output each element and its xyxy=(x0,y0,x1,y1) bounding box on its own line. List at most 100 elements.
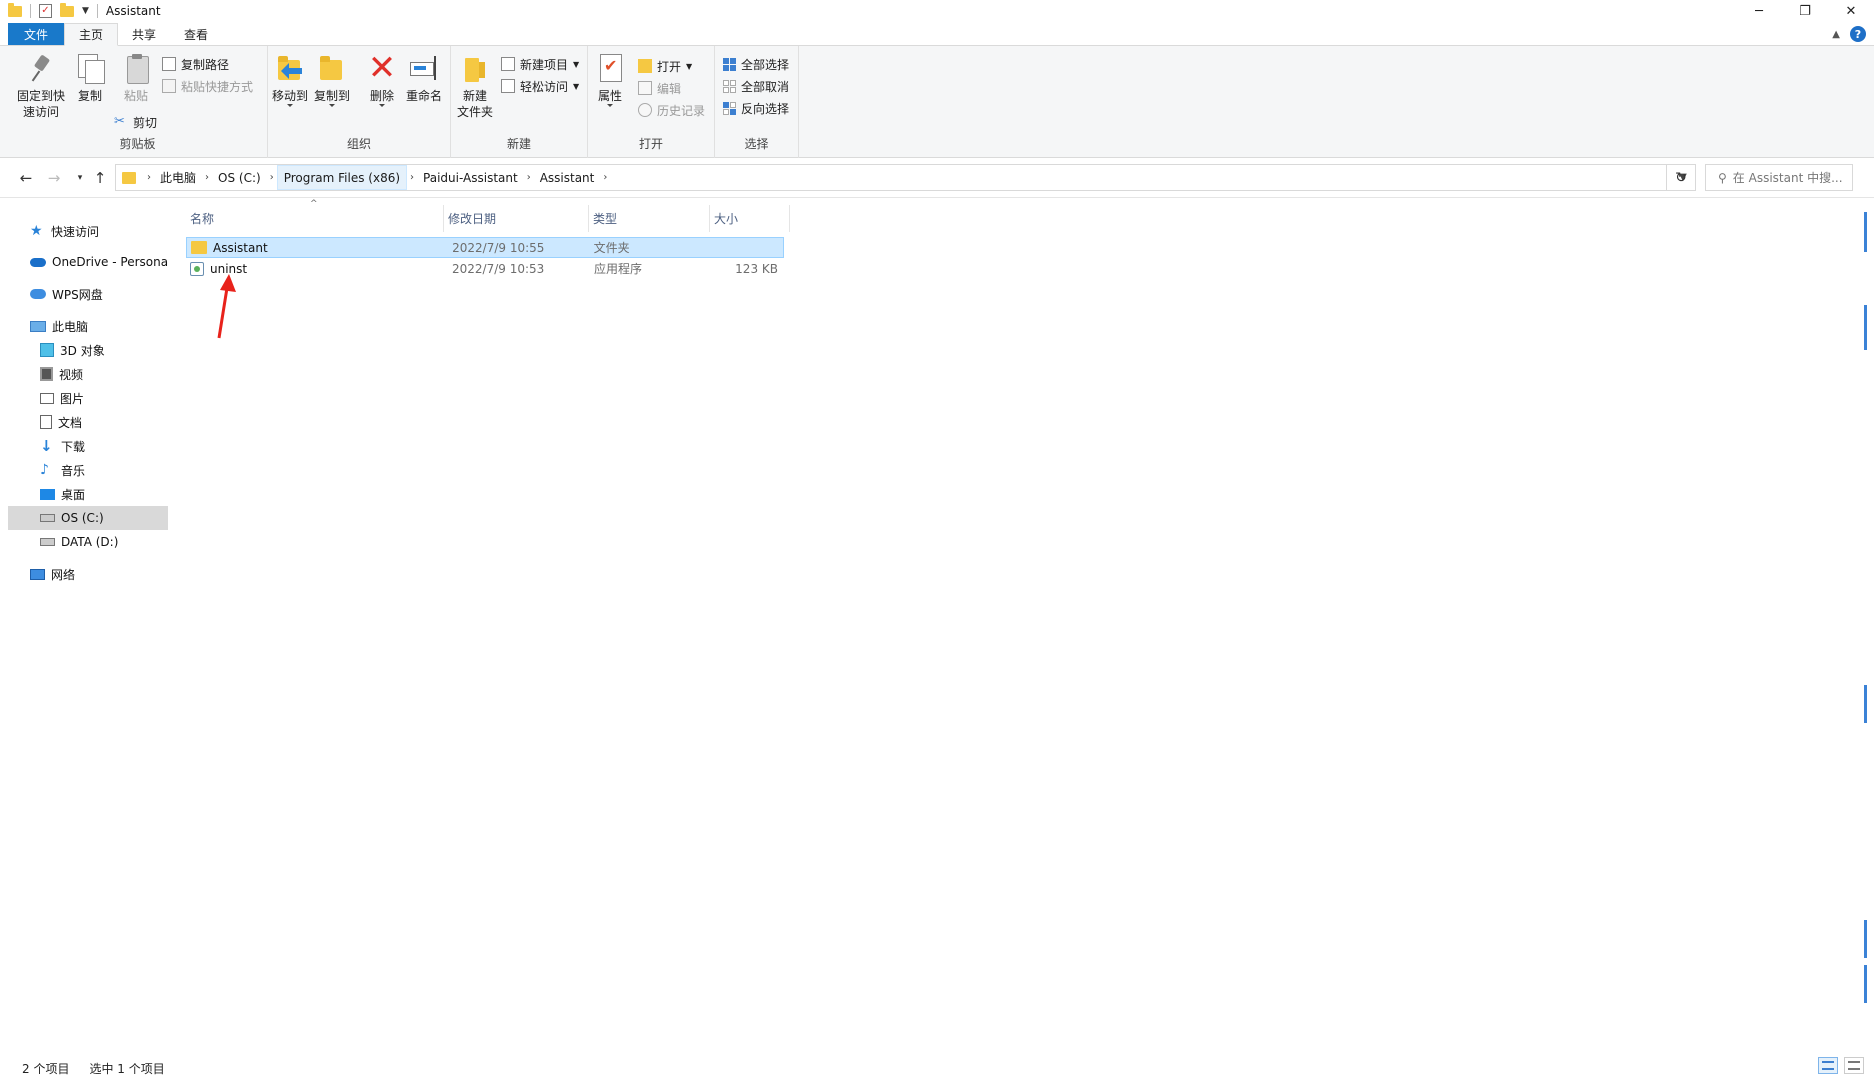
customize-toolbar-chevron-icon[interactable]: ▼ xyxy=(82,6,89,16)
nav-wps[interactable]: WPS网盘 xyxy=(8,282,168,306)
copy-to-button[interactable]: 复制到 xyxy=(310,52,354,107)
copy-to-chevron-icon xyxy=(329,104,335,107)
pin-quick-access-button[interactable]: 固定到快 速访问 xyxy=(12,52,70,120)
nav-this-pc[interactable]: 此电脑 xyxy=(8,314,168,338)
scrollbar-marker xyxy=(1864,920,1867,958)
address-bar[interactable]: › 此电脑 › OS (C:) › Program Files (x86) › Pai… xyxy=(115,164,1696,191)
nav-label: 图片 xyxy=(60,391,85,406)
nav-os-c[interactable]: OS (C:) xyxy=(8,506,168,530)
up-arrow-icon[interactable]: ↑ xyxy=(90,168,110,188)
invert-selection-label: 反向选择 xyxy=(741,101,790,116)
easy-access-button[interactable]: 轻松访问 ▼ xyxy=(501,76,579,96)
help-icon[interactable]: ? xyxy=(1850,26,1866,42)
nav-3d-objects[interactable]: 3D 对象 xyxy=(8,338,168,362)
new-item-button[interactable]: 新建项目 ▼ xyxy=(501,54,579,74)
cut-button[interactable]: ✂ 剪切 xyxy=(114,112,157,132)
history-icon xyxy=(638,103,652,117)
tab-file[interactable]: 文件 xyxy=(8,23,65,45)
scrollbar-marker xyxy=(1864,965,1867,1003)
nav-music[interactable]: ♪ 音乐 xyxy=(8,458,168,482)
desktop-icon xyxy=(40,488,55,500)
view-toggle xyxy=(1818,1057,1864,1074)
refresh-icon[interactable]: ↻ xyxy=(1666,164,1696,191)
nav-desktop[interactable]: 桌面 xyxy=(8,482,168,506)
paste-shortcut-button[interactable]: 粘贴快捷方式 xyxy=(162,76,253,96)
copy-label: 复制 xyxy=(77,89,102,103)
breadcrumb-program-files[interactable]: Program Files (x86) › xyxy=(276,165,417,190)
open-button[interactable]: 打开 ▼ xyxy=(638,56,692,76)
tab-view[interactable]: 查看 xyxy=(170,23,222,45)
properties-button[interactable]: 属性 xyxy=(588,52,632,107)
select-none-button[interactable]: 全部取消 xyxy=(723,76,789,96)
nav-data-d[interactable]: DATA (D:) xyxy=(8,530,168,554)
history-button[interactable]: 历史记录 xyxy=(638,100,705,120)
tab-home[interactable]: 主页 xyxy=(64,23,119,46)
open-chevron-icon: ▼ xyxy=(686,61,693,71)
new-folder-icon[interactable] xyxy=(60,2,74,17)
open-group: 属性 打开 ▼ 编辑 历史记录 打开 xyxy=(588,46,715,158)
large-icons-view-icon[interactable] xyxy=(1844,1057,1864,1074)
back-arrow-icon[interactable]: ← xyxy=(16,168,36,188)
minimize-button[interactable]: ─ xyxy=(1736,0,1782,22)
forward-arrow-icon[interactable]: → xyxy=(44,168,64,188)
nav-documents[interactable]: 文档 xyxy=(8,410,168,434)
nav-network[interactable]: 网络 xyxy=(8,562,168,586)
pin-icon xyxy=(25,52,57,84)
history-label: 历史记录 xyxy=(657,103,706,118)
rename-button[interactable]: 重命名 xyxy=(400,52,448,104)
open-folder-icon xyxy=(638,59,652,73)
window-controls: ─ ❐ ✕ xyxy=(1736,0,1874,22)
column-date[interactable]: 修改日期 xyxy=(444,205,589,232)
file-name: Assistant xyxy=(213,240,268,255)
select-none-label: 全部取消 xyxy=(741,79,790,94)
breadcrumb-assistant[interactable]: Assistant › xyxy=(534,165,611,190)
breadcrumb-os-c[interactable]: OS (C:) › xyxy=(212,165,277,190)
breadcrumb-root-chevron[interactable]: › xyxy=(144,172,154,183)
breadcrumb-this-pc[interactable]: 此电脑 › xyxy=(154,165,212,190)
restore-button[interactable]: ❐ xyxy=(1782,0,1828,22)
nav-videos[interactable]: 视频 xyxy=(8,362,168,386)
file-name-cell: Assistant xyxy=(187,237,444,258)
delete-label: 删除 xyxy=(369,89,394,103)
clipboard-group-label: 剪贴板 xyxy=(119,137,156,151)
scrollbar-marker xyxy=(1864,305,1867,350)
nav-label: 桌面 xyxy=(61,487,86,502)
column-size[interactable]: 大小 xyxy=(710,205,790,232)
tab-share[interactable]: 共享 xyxy=(118,23,170,45)
search-placeholder: 在 Assistant 中搜... xyxy=(1732,171,1843,185)
nav-label: 3D 对象 xyxy=(60,343,105,358)
select-all-button[interactable]: 全部选择 xyxy=(723,54,789,74)
nav-pictures[interactable]: 图片 xyxy=(8,386,168,410)
breadcrumb-paidui-assistant[interactable]: Paidui-Assistant › xyxy=(417,165,534,190)
close-button[interactable]: ✕ xyxy=(1828,0,1874,22)
new-folder-label-2: 文件夹 xyxy=(456,105,493,119)
new-folder-button[interactable]: 新建 文件夹 xyxy=(451,52,499,120)
details-view-icon[interactable] xyxy=(1818,1057,1838,1074)
recent-locations-chevron-icon[interactable]: ▾ xyxy=(70,168,90,188)
copy-button[interactable]: 复制 xyxy=(68,52,112,104)
nav-quick-access[interactable]: ★ 快速访问 xyxy=(8,219,168,243)
properties-check-icon[interactable]: ✓ xyxy=(39,4,52,18)
new-folder-icon xyxy=(459,52,491,84)
file-row-uninst[interactable]: uninst 2022/7/9 10:53 应用程序 123 KB xyxy=(186,258,784,279)
new-item-chevron-icon: ▼ xyxy=(573,59,580,69)
edit-button[interactable]: 编辑 xyxy=(638,78,681,98)
nav-onedrive[interactable]: OneDrive - Persona xyxy=(8,250,168,274)
invert-selection-button[interactable]: 反向选择 xyxy=(723,98,789,118)
nav-downloads[interactable]: ↓ 下载 xyxy=(8,434,168,458)
move-to-button[interactable]: 移动到 xyxy=(268,52,312,107)
paste-shortcut-label: 粘贴快捷方式 xyxy=(181,79,254,94)
delete-button[interactable]: ✕ 删除 xyxy=(362,51,402,107)
copy-path-button[interactable]: 复制路径 xyxy=(162,54,229,74)
search-input[interactable]: ⚲ 在 Assistant 中搜... xyxy=(1705,164,1853,191)
file-row-assistant[interactable]: Assistant 2022/7/9 10:55 文件夹 xyxy=(186,237,784,258)
copy-path-icon xyxy=(162,57,176,71)
new-folder-label-1: 新建 xyxy=(462,89,487,103)
column-name[interactable]: 名称 xyxy=(186,205,444,232)
organize-group-label: 组织 xyxy=(346,137,371,151)
collapse-ribbon-icon[interactable]: ▲ xyxy=(1832,29,1840,40)
column-type[interactable]: 类型 xyxy=(589,205,710,232)
paste-button[interactable]: 粘贴 xyxy=(114,52,158,104)
ribbon: 固定到快 速访问 复制 粘贴 复制路径 粘贴快捷方式 ✂ 剪切 剪贴板 移动到 xyxy=(0,46,1874,158)
title-bar: ✓ ▼ Assistant ─ ❐ ✕ xyxy=(0,0,1874,22)
